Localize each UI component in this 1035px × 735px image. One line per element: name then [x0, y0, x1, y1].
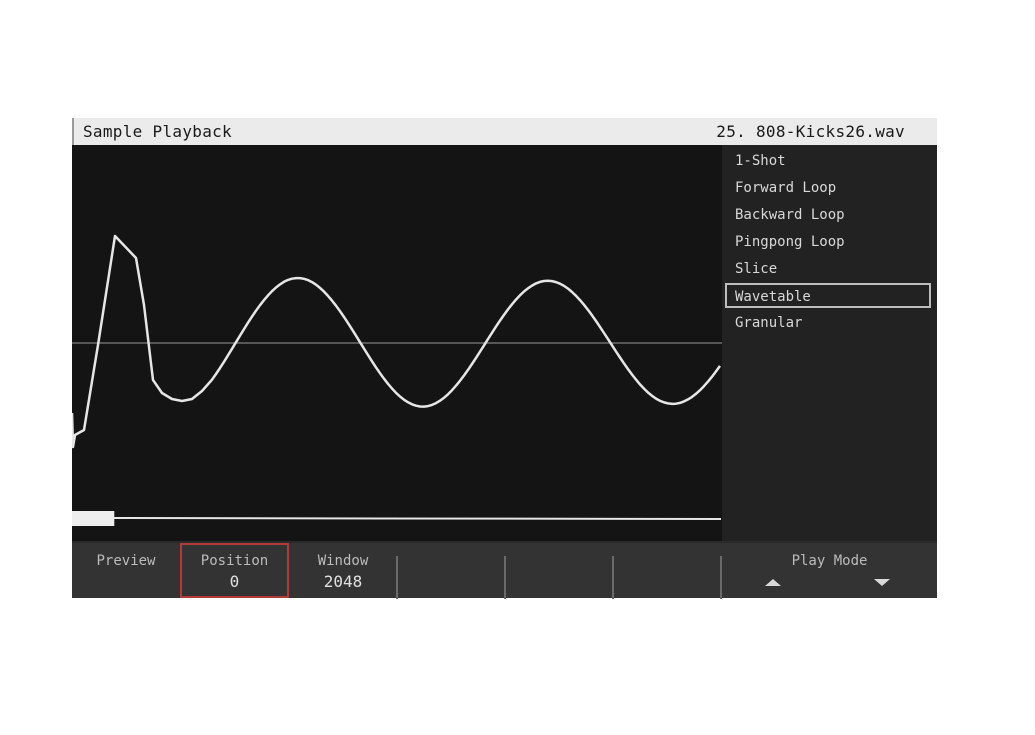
play-mode-item[interactable]: Granular: [735, 313, 802, 333]
arrow-down-icon[interactable]: [874, 579, 890, 586]
empty-slot-3[interactable]: [614, 543, 720, 598]
window-control[interactable]: Window 2048: [289, 543, 397, 598]
waveform-svg: [70, 234, 722, 526]
position-control[interactable]: Position 0: [180, 543, 289, 598]
play-mode-item[interactable]: Pingpong Loop: [735, 232, 845, 252]
page-title: Sample Playback: [83, 122, 232, 141]
empty-slot-1[interactable]: [398, 543, 504, 598]
waveform-line: [70, 234, 722, 449]
preview-button[interactable]: Preview: [72, 543, 180, 598]
parameter-bar: Preview Position 0 Window 2048 Play Mode: [72, 541, 937, 599]
position-value: 0: [229, 572, 240, 591]
play-mode-item-selected[interactable]: Wavetable: [725, 283, 931, 308]
play-mode-list: 1-Shot Forward Loop Backward Loop Pingpo…: [722, 145, 937, 541]
scroll-track: [111, 517, 722, 520]
play-mode-item[interactable]: Slice: [735, 259, 777, 279]
sample-file-name: 25. 808-Kicks26.wav: [716, 122, 905, 141]
window-handle[interactable]: [72, 511, 115, 526]
position-label: Position: [200, 553, 269, 569]
sample-playback-screen: Sample Playback 25. 808-Kicks26.wav 1-Sh…: [70, 118, 937, 599]
play-mode-control[interactable]: Play Mode: [722, 543, 937, 598]
preview-label: Preview: [96, 553, 156, 569]
window-label: Window: [317, 553, 369, 569]
play-mode-item[interactable]: Backward Loop: [735, 205, 845, 225]
play-mode-label: Play Mode: [791, 553, 868, 569]
window-value: 2048: [323, 572, 363, 591]
waveform-display[interactable]: [70, 145, 722, 541]
play-mode-item[interactable]: Forward Loop: [735, 178, 836, 198]
play-mode-item[interactable]: 1-Shot: [735, 151, 786, 171]
arrow-up-icon[interactable]: [765, 579, 781, 586]
title-bar: Sample Playback 25. 808-Kicks26.wav: [72, 118, 937, 145]
empty-slot-2[interactable]: [506, 543, 612, 598]
